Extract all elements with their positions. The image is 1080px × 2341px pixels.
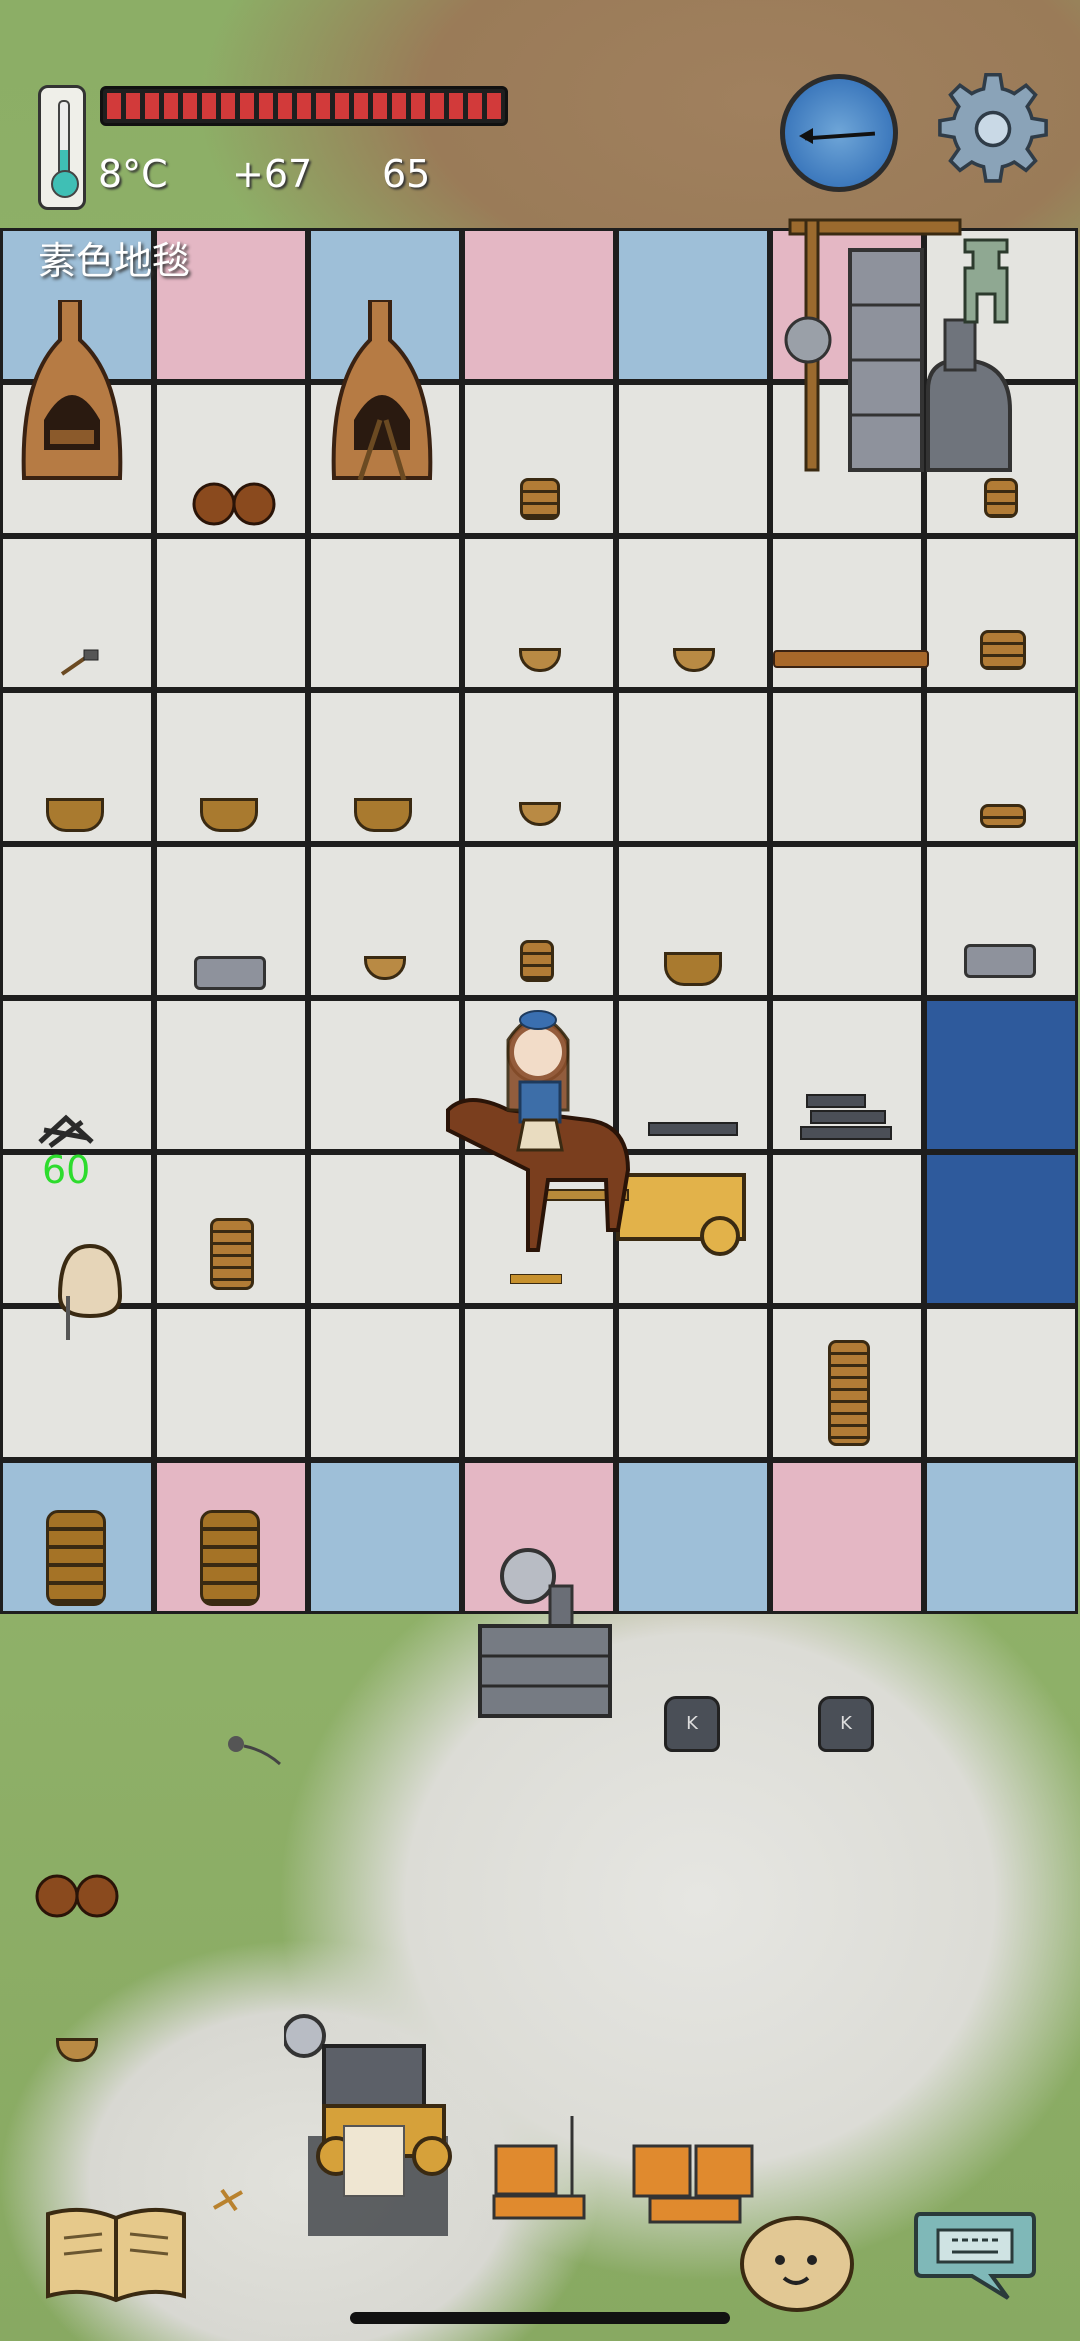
gear-icon[interactable] — [934, 70, 1052, 188]
floor-tile-pink[interactable] — [770, 1460, 924, 1614]
kiln[interactable] — [330, 300, 434, 480]
floor-tile-pink[interactable] — [462, 228, 616, 382]
wooden-bucket[interactable] — [984, 478, 1018, 518]
flat-stone-stack[interactable] — [964, 944, 1036, 978]
clay-bowl-stack[interactable] — [210, 1218, 254, 1290]
basket[interactable] — [354, 798, 412, 832]
floor-tile-dark[interactable] — [924, 1152, 1078, 1306]
emote-face-icon[interactable] — [738, 2210, 856, 2312]
backpack-item[interactable] — [50, 1236, 130, 1346]
player-on-horse-cart[interactable] — [428, 1000, 754, 1270]
tech-tree-icon[interactable] — [955, 232, 1017, 330]
floor-tile-white[interactable] — [0, 844, 154, 998]
thermometer-icon — [38, 85, 86, 210]
deep-well-pump[interactable] — [470, 1546, 620, 1726]
wooden-bucket[interactable] — [520, 940, 554, 982]
age-text: 65 — [382, 152, 431, 196]
iron-weight[interactable]: K — [818, 1696, 874, 1752]
plate-stack[interactable] — [980, 630, 1026, 670]
basket-stack[interactable] — [46, 1510, 106, 1606]
newcomen-pump[interactable] — [492, 2110, 592, 2230]
home-indicator[interactable] — [350, 2312, 730, 2324]
iron-bar[interactable] — [800, 1126, 892, 1140]
floor-tile-white[interactable] — [770, 844, 924, 998]
food-bonus-text: +67 — [232, 152, 313, 196]
floor-tile-blue[interactable] — [308, 1460, 462, 1614]
floor-tile-white[interactable] — [154, 1306, 308, 1460]
floor-tile-white[interactable] — [462, 1306, 616, 1460]
stick-item[interactable] — [510, 1274, 562, 1284]
floor-tile-white[interactable] — [308, 1306, 462, 1460]
kiln[interactable] — [20, 300, 124, 480]
floor-tile-white[interactable] — [154, 998, 308, 1152]
plant-item[interactable] — [224, 1730, 284, 1770]
clay-bowl-stack[interactable] — [520, 478, 560, 520]
keyboard-chat-icon[interactable] — [912, 2206, 1038, 2302]
floor-tile-blue[interactable] — [616, 1460, 770, 1614]
floor-tile-white[interactable] — [616, 1306, 770, 1460]
engine-machine[interactable] — [284, 2006, 468, 2236]
wooden-shaft[interactable] — [773, 650, 929, 668]
burdock-item[interactable] — [35, 1870, 125, 1920]
floor-tile-white[interactable] — [770, 690, 924, 844]
iron-weight[interactable]: K — [664, 1696, 720, 1752]
iron-bar[interactable] — [806, 1094, 866, 1108]
floor-tile-blue[interactable] — [924, 1460, 1078, 1614]
plate-stack[interactable] — [980, 804, 1026, 828]
item-count-text: 60 — [42, 1148, 91, 1192]
basket[interactable] — [46, 798, 104, 832]
compass-icon[interactable] — [780, 74, 898, 192]
flat-stone-stack[interactable] — [194, 956, 266, 990]
basket[interactable] — [200, 798, 258, 832]
temperature-text: 8°C — [98, 152, 168, 196]
basket-stack[interactable] — [200, 1510, 260, 1606]
floor-tile-white[interactable] — [154, 536, 308, 690]
kindling-item[interactable] — [36, 1112, 96, 1152]
floor-tile-white[interactable] — [308, 536, 462, 690]
hovered-tile-label: 素色地毯 — [38, 239, 191, 283]
forge-structure[interactable] — [740, 190, 1080, 490]
iron-bar[interactable] — [810, 1110, 886, 1124]
floor-tile-white[interactable] — [616, 690, 770, 844]
stick-item[interactable] — [212, 2186, 246, 2214]
recipe-book-icon[interactable] — [42, 2204, 190, 2304]
floor-tile-dark[interactable] — [924, 998, 1078, 1152]
food-meter — [100, 86, 508, 126]
floor-tile-white[interactable] — [924, 1306, 1078, 1460]
clay-plate-stack[interactable] — [828, 1340, 870, 1446]
hammer-item[interactable] — [58, 648, 102, 678]
basket[interactable] — [664, 952, 722, 986]
floor-tile-white[interactable] — [770, 1152, 924, 1306]
burdock-item[interactable] — [192, 478, 282, 528]
